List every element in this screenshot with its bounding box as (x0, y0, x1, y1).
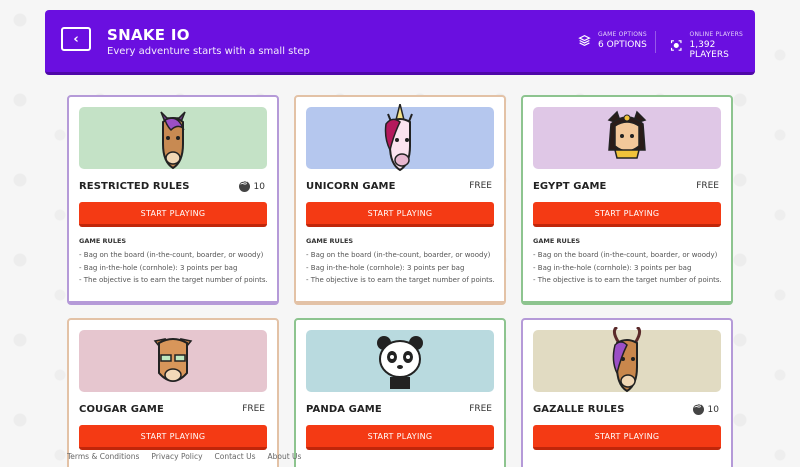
unicorn-icon (384, 104, 413, 172)
layers-icon (578, 34, 591, 47)
online-players-value: 1,392 PLAYERS (689, 40, 729, 60)
game-card-price: 10 (692, 401, 719, 415)
game-card-image (79, 330, 267, 392)
game-card-cougar: COUGAR GAME FREE START PLAYING (67, 318, 279, 467)
start-playing-button[interactable]: START PLAYING (533, 425, 721, 450)
game-card-image (533, 107, 721, 169)
game-card-image (79, 107, 267, 170)
online-players-label: ONLINE PLAYERS (689, 31, 744, 38)
coin-icon (238, 178, 250, 192)
chevron-left-icon: ‹ (73, 31, 79, 47)
game-rules-heading: GAME RULES (306, 237, 354, 245)
game-rules-heading: GAME RULES (79, 237, 127, 245)
start-playing-button[interactable]: START PLAYING (79, 425, 267, 450)
game-rule-item: Bag in-the-hole (cornhole): 3 points per… (306, 262, 495, 275)
game-card-price: FREE (242, 404, 265, 414)
game-card-title: EGYPT GAME (533, 181, 607, 192)
game-card-panda: PANDA GAME FREE START PLAYING (294, 318, 506, 467)
game-card-price: FREE (469, 181, 492, 191)
page-title: SNAKE IO (107, 26, 190, 44)
coin-icon (692, 401, 704, 415)
start-playing-button[interactable]: START PLAYING (533, 202, 721, 227)
game-rules-list: Bag on the board (in-the-count, boarder,… (79, 249, 268, 287)
stat-divider (655, 31, 656, 53)
contact-link[interactable]: Contact Us (215, 452, 256, 461)
terms-link[interactable]: Terms & Conditions (67, 452, 139, 461)
game-rules-heading: GAME RULES (533, 237, 581, 245)
game-card-title: COUGAR GAME (79, 404, 164, 415)
game-rule-item: The objective is to earn the target numb… (533, 274, 722, 287)
panda-icon (377, 336, 423, 389)
game-rule-item: The objective is to earn the target numb… (306, 274, 495, 287)
game-card-price: FREE (696, 181, 719, 191)
game-card-price-value: 10 (707, 404, 719, 415)
egyptian-cat-icon (607, 110, 647, 159)
game-card-price: 10 (238, 178, 265, 192)
game-card-price-value: FREE (696, 181, 719, 191)
about-link[interactable]: About Us (268, 452, 302, 461)
page-subtitle: Every adventure starts with a small step (107, 46, 310, 57)
target-icon (670, 40, 682, 51)
game-card-title: RESTRICTED RULES (79, 181, 190, 192)
game-card-price: FREE (469, 404, 492, 414)
start-playing-button[interactable]: START PLAYING (306, 425, 494, 450)
gazelle-icon (612, 327, 642, 393)
privacy-link[interactable]: Privacy Policy (151, 452, 202, 461)
game-rule-item: Bag in-the-hole (cornhole): 3 points per… (533, 262, 722, 275)
game-card-image (533, 327, 721, 393)
cougar-icon (153, 338, 193, 382)
start-playing-button[interactable]: START PLAYING (79, 202, 267, 227)
game-card-unicorn: UNICORN GAME FREE START PLAYING GAME RUL… (294, 95, 506, 305)
game-card-image (306, 104, 494, 172)
game-options-value: 6 OPTIONS (598, 40, 647, 50)
game-rules-list: Bag on the board (in-the-count, boarder,… (306, 249, 495, 287)
start-playing-button[interactable]: START PLAYING (306, 202, 494, 227)
game-card-price-value: 10 (253, 181, 265, 192)
page-header: ‹ SNAKE IO Every adventure starts with a… (45, 10, 755, 75)
game-card-title: PANDA GAME (306, 404, 382, 415)
game-rule-item: Bag in-the-hole (cornhole): 3 points per… (79, 262, 268, 275)
game-card-price-value: FREE (469, 404, 492, 414)
horse-icon (160, 111, 186, 170)
game-card-title: UNICORN GAME (306, 181, 396, 192)
game-card-price-value: FREE (469, 181, 492, 191)
game-card-image (306, 330, 494, 392)
game-rule-item: Bag on the board (in-the-count, boarder,… (533, 249, 722, 262)
game-card-title: GAZALLE RULES (533, 404, 625, 415)
game-card-gazalle-rules: GAZALLE RULES 10 START PLAYING (521, 318, 733, 467)
game-rules-list: Bag on the board (in-the-count, boarder,… (533, 249, 722, 287)
game-card-egypt: EGYPT GAME FREE START PLAYING GAME RULES… (521, 95, 733, 305)
game-options-label: GAME OPTIONS (598, 31, 647, 38)
game-rule-item: The objective is to earn the target numb… (79, 274, 268, 287)
footer-links: Terms & Conditions Privacy Policy Contac… (67, 452, 301, 461)
game-card-restricted-rules: RESTRICTED RULES 10 START PLAYING GAME R… (67, 95, 279, 305)
game-card-price-value: FREE (242, 404, 265, 414)
back-button[interactable]: ‹ (61, 27, 91, 51)
game-rule-item: Bag on the board (in-the-count, boarder,… (79, 249, 268, 262)
online-players-stat: ONLINE PLAYERS 1,392 PLAYERS (670, 31, 755, 60)
game-options-stat: GAME OPTIONS 6 OPTIONS (578, 31, 647, 50)
game-rule-item: Bag on the board (in-the-count, boarder,… (306, 249, 495, 262)
